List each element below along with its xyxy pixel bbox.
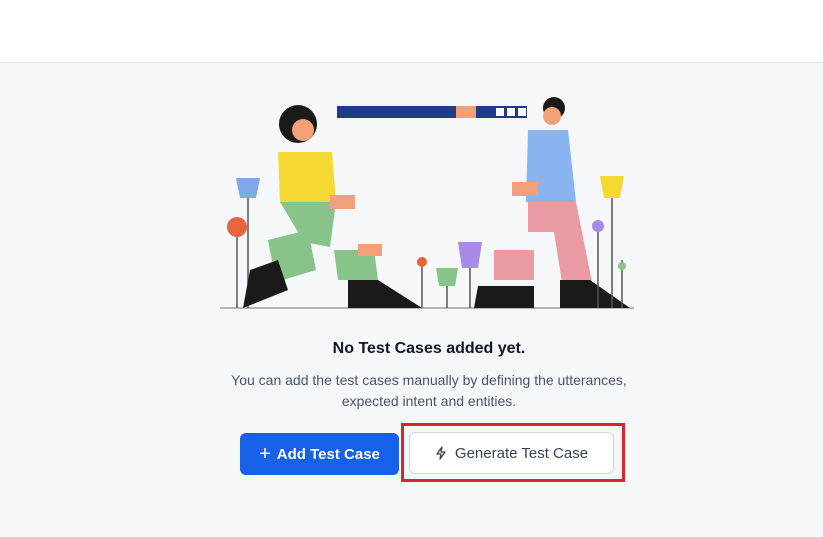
top-bar [0, 0, 823, 63]
add-test-case-button[interactable]: + Add Test Case [240, 433, 399, 475]
description-line-2: expected intent and entities. [341, 393, 517, 409]
empty-state-title: No Test Cases added yet. [332, 340, 526, 357]
empty-state-illustration [220, 97, 634, 309]
lightning-icon [435, 446, 447, 460]
add-test-case-label: Add Test Case [276, 445, 380, 463]
generate-test-case-button[interactable]: Generate Test Case [409, 432, 614, 474]
plus-icon: + [259, 443, 271, 465]
empty-state-description: You can add the test cases manually by d… [0, 370, 823, 412]
description-line-1: You can add the test cases manually by d… [231, 372, 627, 388]
generate-test-case-label: Generate Test Case [454, 444, 589, 462]
